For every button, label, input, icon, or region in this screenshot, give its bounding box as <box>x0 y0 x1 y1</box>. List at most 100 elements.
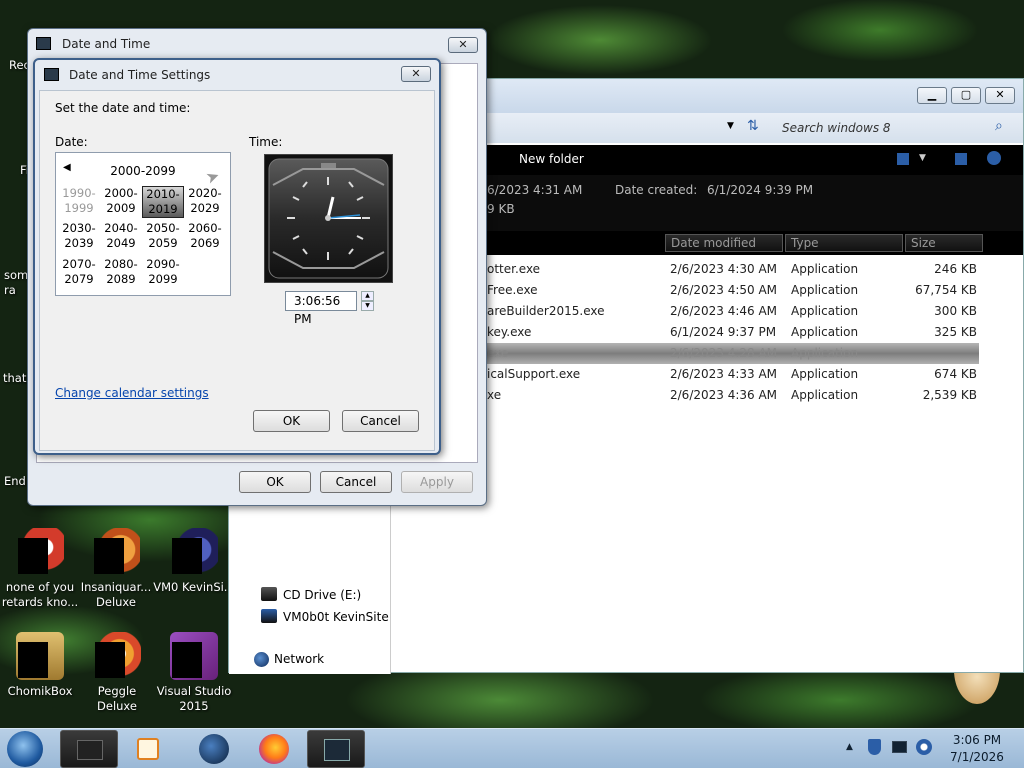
time-up-arrow-icon[interactable]: ▲ <box>361 291 374 301</box>
chevron-down-icon[interactable]: ▼ <box>919 153 926 163</box>
close-button[interactable]: ✕ <box>448 37 478 53</box>
desktop-icon-peggle[interactable]: Peggle Deluxe <box>76 632 158 714</box>
file-date-modified: 2/6/2023 4:28 AM <box>670 346 778 360</box>
show-hidden-icons-icon[interactable]: ▲ <box>846 742 853 752</box>
decade-cell[interactable]: 2090- 2099 <box>142 257 184 287</box>
ok-button[interactable]: OK <box>253 410 330 432</box>
file-row[interactable]: xe 2/6/2023 4:36 AM Application 2,539 KB <box>479 385 979 406</box>
detail-date-created: 6/1/2024 9:39 PM <box>707 183 814 197</box>
nav-item-cd-drive[interactable]: CD Drive (E:) <box>283 588 361 602</box>
detail-date-modified: 6/2023 4:31 AM <box>487 183 583 197</box>
dialog-titlebar[interactable]: Date and Time Settings ✕ <box>35 60 439 90</box>
view-options-icon[interactable] <box>897 153 909 165</box>
network-icon <box>254 652 269 667</box>
decade-cell[interactable]: 2050- 2059 <box>142 221 184 251</box>
file-row[interactable]: areBuilder2015.exe 2/6/2023 4:46 AM Applic… <box>479 301 979 322</box>
network-status-icon[interactable] <box>916 739 932 755</box>
desktop-icon-label: Peggle Deluxe <box>97 684 137 713</box>
file-row[interactable]: icalSupport.exe 2/6/2023 4:33 AM Applicati… <box>479 364 979 385</box>
desktop-label-partial: that <box>3 371 27 385</box>
file-row[interactable]: otter.exe 2/6/2023 4:30 AM Application 246 … <box>479 259 979 280</box>
desktop-icon-insaniquarium[interactable]: Insaniquar... Deluxe <box>75 528 157 610</box>
maximize-button[interactable]: ▢ <box>951 87 981 104</box>
decade-cell[interactable]: 2080- 2089 <box>100 257 142 287</box>
decade-cell[interactable]: 2010- 2019 <box>142 186 184 218</box>
preview-pane-icon[interactable] <box>955 153 967 165</box>
time-input[interactable]: 3:06:56 PM <box>285 291 357 326</box>
decade-cell-text: 2009 <box>106 201 136 215</box>
refresh-icon[interactable]: ⇅ <box>747 118 759 134</box>
security-shield-icon[interactable] <box>868 739 881 755</box>
nav-item-vm0b0t[interactable]: VM0b0t KevinSite <box>283 610 389 624</box>
file-size: 674 KB <box>934 367 977 381</box>
game-bird-icon <box>92 528 140 576</box>
dialog-titlebar[interactable]: Date and Time ✕ <box>28 29 486 59</box>
decade-cell-text: 2060- <box>188 221 222 235</box>
decade-cell[interactable]: 2030- 2039 <box>58 221 100 251</box>
time-down-arrow-icon[interactable]: ▼ <box>361 301 374 311</box>
file-row[interactable]: key.exe 6/1/2024 9:37 PM Application 325 KB <box>479 322 979 343</box>
column-size[interactable]: Size <box>905 234 983 252</box>
desktop-icon-vm0[interactable]: VM0 KevinSi... <box>153 528 235 595</box>
decade-cell[interactable]: 2020- 2029 <box>184 186 226 216</box>
taskbar-firefox[interactable] <box>245 730 303 768</box>
file-row[interactable]: exe 2/6/2023 4:28 AM Application <box>479 343 979 364</box>
nav-item-network[interactable]: Network <box>274 652 324 666</box>
desktop-icon-label: none of you retards kno... <box>1 580 79 609</box>
file-explorer-icon <box>77 740 103 760</box>
file-size: 325 KB <box>934 325 977 339</box>
analog-clock <box>264 154 393 283</box>
monitor-icon[interactable] <box>892 741 907 753</box>
detail-size: 9 KB <box>487 202 515 216</box>
search-input[interactable]: Search windows 8 <box>782 121 891 135</box>
desktop-icon-visual-studio[interactable]: Visual Studio 2015 <box>153 632 235 714</box>
decade-cell[interactable]: 2070- 2079 <box>58 257 100 287</box>
search-icon[interactable]: ⌕ <box>995 118 1003 134</box>
decade-cell-text: 2069 <box>190 236 220 250</box>
file-date-modified: 2/6/2023 4:50 AM <box>670 283 778 297</box>
new-folder-button[interactable]: New folder <box>519 152 584 166</box>
column-date-modified[interactable]: Date modified <box>665 234 783 252</box>
taskbar-globe[interactable] <box>185 730 243 768</box>
decade-cell-text: 2089 <box>106 272 136 286</box>
taskbar-date-time[interactable] <box>307 730 365 768</box>
taskbar-media-player[interactable] <box>120 730 178 768</box>
file-type: Application <box>791 325 859 339</box>
file-row[interactable]: Free.exe 2/6/2023 4:50 AM Application 67,75… <box>479 280 979 301</box>
apply-button[interactable]: Apply <box>401 471 473 493</box>
chrome-like-icon <box>16 528 64 576</box>
date-label: Date: <box>55 135 88 149</box>
desktop-icon-label: ChomikBox <box>7 684 73 698</box>
start-button[interactable] <box>7 731 43 767</box>
taskbar-explorer[interactable] <box>60 730 118 768</box>
decade-cell[interactable]: 2040- 2049 <box>100 221 142 251</box>
help-icon[interactable] <box>987 151 1001 165</box>
close-button[interactable]: ✕ <box>985 87 1015 104</box>
clock-date[interactable]: 7/1/2026 <box>942 750 1012 764</box>
minimize-button[interactable]: ▁ <box>917 87 947 104</box>
dialog-title: Date and Time <box>62 37 151 51</box>
firefox-icon <box>259 734 289 764</box>
clock-time[interactable]: 3:06 PM <box>942 733 1012 747</box>
cancel-button[interactable]: Cancel <box>320 471 392 493</box>
ok-button[interactable]: OK <box>239 471 311 493</box>
column-type[interactable]: Type <box>785 234 903 252</box>
close-button[interactable]: ✕ <box>401 66 431 82</box>
file-type: Application <box>791 367 859 381</box>
decade-cell-text: 2059 <box>148 236 178 250</box>
desktop-icon-chomikbox[interactable]: ChomikBox <box>0 632 81 699</box>
decade-cell[interactable]: 2000- 2009 <box>100 186 142 216</box>
chevron-down-icon[interactable]: ▼ <box>727 121 734 131</box>
change-calendar-settings-link[interactable]: Change calendar settings <box>55 386 209 400</box>
decade-cell-text: 2049 <box>106 236 136 250</box>
calendar[interactable]: ◀ 2000-2099 ➤ 1990- 1999 2000- 2009 2010- 201… <box>55 152 231 296</box>
decade-cell[interactable]: 2060- 2069 <box>184 221 226 251</box>
desktop-icon-chrome[interactable]: none of you retards kno... <box>0 528 81 610</box>
cancel-button[interactable]: Cancel <box>342 410 419 432</box>
media-player-icon <box>137 738 159 760</box>
desktop-label-partial: som ra <box>4 268 29 297</box>
file-size: 67,754 KB <box>915 283 977 297</box>
decade-cell[interactable]: 1990- 1999 <box>58 186 100 216</box>
peggle-icon <box>93 632 141 680</box>
dialog-title: Date and Time Settings <box>69 68 211 82</box>
